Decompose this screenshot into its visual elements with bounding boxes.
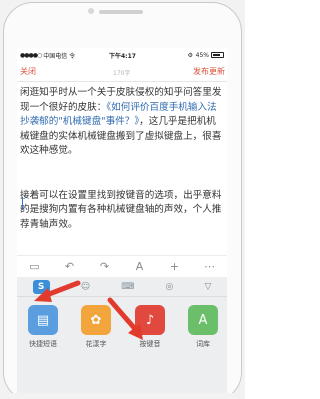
battery-icon [211, 52, 224, 58]
app-dictionary[interactable]: A 词库 [183, 305, 223, 349]
comment-icon[interactable]: ▭ [25, 260, 45, 273]
redo-icon[interactable]: ↷ [95, 260, 115, 273]
more-icon[interactable]: ⋯ [200, 260, 220, 273]
orientation-lock-icon: ⚙ [187, 51, 193, 59]
wifi-icon: 令 [69, 52, 76, 60]
key-sound-icon: ♪ [135, 305, 165, 335]
app-label: 词库 [196, 340, 210, 348]
close-button[interactable]: 关闭 [20, 66, 36, 77]
dictionary-icon: A [188, 305, 218, 335]
status-bar: ●●●●○ 中国电信 令 下午4:17 ⚙ 45% [17, 48, 227, 62]
emoji-icon[interactable]: ☺ [81, 282, 90, 292]
screen: ●●●●○ 中国电信 令 下午4:17 ⚙ 45% 关闭 170字 发布更新 闲… [17, 48, 227, 399]
status-time: 下午4:17 [109, 52, 136, 60]
app-label: 按键音 [139, 340, 161, 348]
app-key-sound[interactable]: ♪ 按键音 [130, 305, 170, 349]
char-count: 170字 [113, 70, 131, 77]
collapse-icon[interactable]: ▽ [204, 282, 211, 292]
app-label: 花漾字 [85, 340, 107, 348]
undo-icon[interactable]: ↶ [60, 260, 80, 273]
flower-text-icon: ✿ [81, 305, 111, 335]
app-flower-text[interactable]: ✿ 花漾字 [76, 305, 116, 349]
editor-content[interactable]: 闲逛知乎时从一个关于皮肤侵权的知乎问答里发现一个很好的皮肤：《如何评价百度手机输… [20, 86, 224, 246]
keyboard-icon[interactable]: ⌨ [121, 282, 134, 292]
app-quick-phrase[interactable]: ▤ 快捷短语 [23, 305, 63, 349]
text-cursor [22, 197, 23, 210]
editor-nav-bar: 关闭 170字 发布更新 [17, 62, 227, 82]
sogou-keyboard: S ☺ ⌨ ◎ ▽ ▤ 快捷短语 ✿ 花漾字 ♪ 按键音 A 词库 [17, 277, 227, 399]
publish-update-button[interactable]: 发布更新 [193, 66, 225, 77]
carrier-name: 中国电信 [43, 52, 68, 60]
paragraph-1: 闲逛知乎时从一个关于皮肤侵权的知乎问答里发现一个很好的皮肤：《如何评价百度手机输… [20, 86, 224, 159]
font-icon[interactable]: A [130, 260, 150, 273]
sogou-logo-icon[interactable]: S [32, 279, 50, 294]
editor-toolbar: ▭ ↶ ↷ A + ⋯ [17, 255, 227, 277]
quick-phrase-icon: ▤ [28, 305, 58, 335]
keyboard-top-bar: S ☺ ⌨ ◎ ▽ [17, 277, 227, 297]
phone-chin [0, 393, 245, 399]
add-icon[interactable]: + [165, 260, 185, 273]
app-label: 快捷短语 [29, 340, 57, 348]
paragraph-2: 接着可以在设置里找到按键音的选项，出乎意料的是搜狗内置有各种机械键盘轴的声效，个… [20, 189, 222, 230]
earpiece-speaker [99, 10, 143, 14]
battery-percent: 45% [195, 51, 209, 59]
front-camera [88, 8, 94, 14]
mic-icon[interactable]: ◎ [165, 282, 173, 292]
keyboard-app-grid: ▤ 快捷短语 ✿ 花漾字 ♪ 按键音 A 词库 [17, 303, 227, 399]
phone-body: ●●●●○ 中国电信 令 下午4:17 ⚙ 45% 关闭 170字 发布更新 闲… [0, 0, 245, 399]
signal-icon: ●●●●○ [20, 51, 42, 59]
